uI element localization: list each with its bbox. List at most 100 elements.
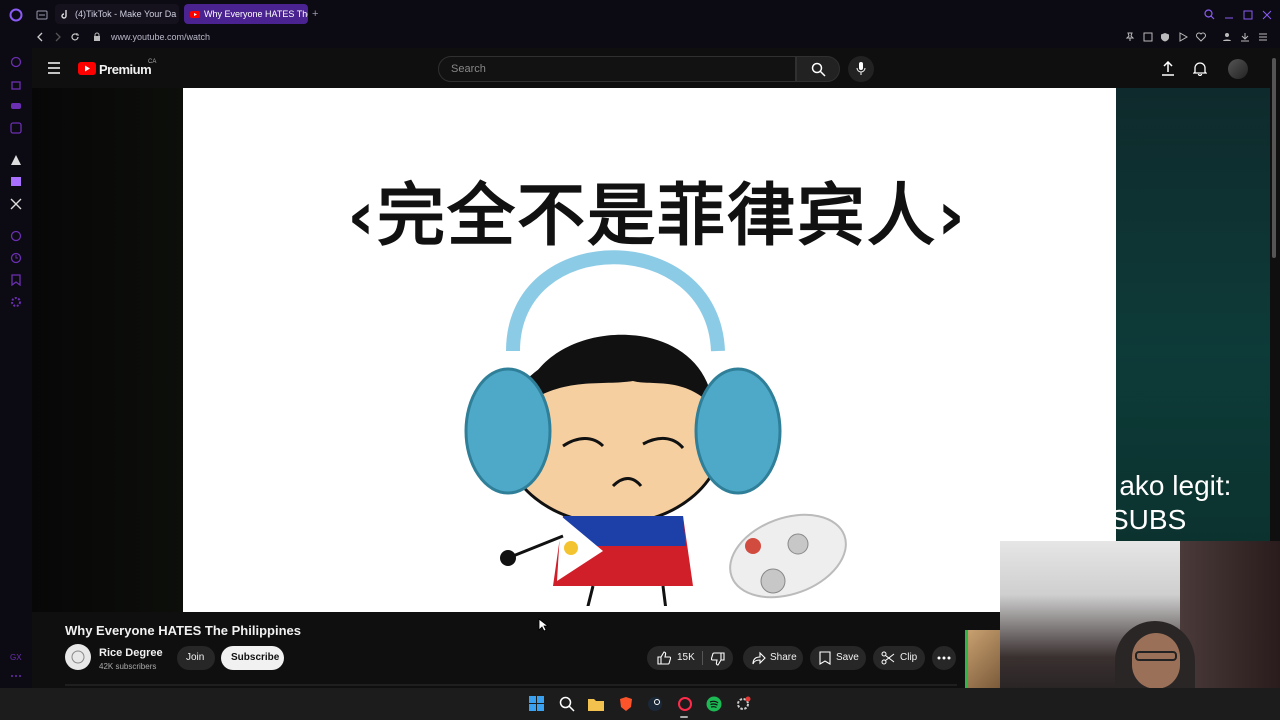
opera-gx-taskbar-icon[interactable] <box>677 696 693 712</box>
person-glasses <box>1135 651 1177 661</box>
more-actions-button[interactable] <box>932 646 956 670</box>
windows-start-icon[interactable] <box>529 696 545 712</box>
heart-icon[interactable] <box>1196 32 1206 42</box>
tab-youtube-active[interactable]: Why Everyone HATES The <box>184 4 308 24</box>
notifications-bell-icon[interactable] <box>1193 61 1207 76</box>
share-icon <box>752 651 766 665</box>
brave-icon[interactable] <box>618 696 634 712</box>
shield-icon[interactable] <box>1160 32 1170 42</box>
gx-icon[interactable]: GX <box>10 650 22 662</box>
tab-overview-icon[interactable] <box>36 10 48 20</box>
channel-avatar[interactable] <box>65 644 91 670</box>
messenger-icon[interactable] <box>10 122 22 134</box>
account-icon[interactable] <box>1222 32 1232 42</box>
windows-taskbar <box>0 688 1280 720</box>
tab-label: (4)TikTok - Make Your Da <box>75 9 177 19</box>
settings-app-icon[interactable] <box>735 696 751 712</box>
related-thumbnail[interactable] <box>965 630 1001 688</box>
pin-icon[interactable] <box>1125 32 1135 42</box>
maximize-icon[interactable] <box>1243 10 1253 20</box>
save-label: Save <box>836 652 859 663</box>
player-sidebar-icon[interactable] <box>10 230 22 242</box>
scissors-icon <box>881 651 895 665</box>
browser-titlebar: (4)TikTok - Make Your Da Why Everyone HA… <box>0 0 1280 28</box>
hamburger-icon[interactable] <box>47 62 61 74</box>
browser-sidebar: GX <box>0 48 32 688</box>
video-player[interactable]: ‹完全不是菲律宾人› <box>183 88 1116 612</box>
create-upload-icon[interactable] <box>1161 61 1175 76</box>
subscriber-count: 42K subscribers <box>99 662 157 671</box>
stream-overlay-line2: SUBS <box>1110 504 1187 535</box>
svg-text:GX: GX <box>10 653 22 662</box>
like-count[interactable]: 15K <box>677 652 695 663</box>
region-code: CA <box>148 59 157 65</box>
tiktok-icon <box>61 9 71 19</box>
person-face <box>1132 633 1180 689</box>
aria-ai-icon[interactable] <box>10 154 22 166</box>
save-button[interactable]: Save <box>810 646 866 670</box>
page-scrollbar[interactable] <box>1272 58 1276 258</box>
avatar[interactable] <box>1228 59 1248 79</box>
menu-icon[interactable] <box>1258 32 1268 42</box>
channel-name[interactable]: Rice Degree <box>99 647 163 659</box>
youtube-icon <box>190 9 200 19</box>
like-icon[interactable] <box>657 651 671 665</box>
search-icon <box>811 62 826 77</box>
aria-icon[interactable] <box>10 56 22 68</box>
more-icon[interactable] <box>10 670 22 682</box>
divider <box>702 651 703 665</box>
spotify-icon[interactable] <box>706 696 722 712</box>
stream-overlay-line1: oit ako legit: <box>1082 470 1232 501</box>
shopping-icon[interactable] <box>10 78 22 90</box>
microphone-icon <box>856 62 866 75</box>
taskbar-search-icon[interactable] <box>559 696 575 712</box>
subscribe-button[interactable]: Subscribe <box>221 646 284 670</box>
twitch-icon[interactable] <box>10 176 22 188</box>
snapshot-icon[interactable] <box>1143 32 1153 42</box>
x-icon[interactable] <box>10 198 22 210</box>
youtube-premium-label[interactable]: Premium <box>99 62 152 77</box>
search-button[interactable] <box>796 56 840 82</box>
share-label: Share <box>770 652 797 663</box>
url-field[interactable]: www.youtube.com/watch <box>111 32 210 42</box>
tab-label: Why Everyone HATES The <box>204 9 308 19</box>
clip-label: Clip <box>900 652 918 663</box>
video-title: Why Everyone HATES The Philippines <box>65 623 301 638</box>
cartoon-character-illustration <box>464 250 847 606</box>
reload-icon[interactable] <box>70 32 80 42</box>
search-input[interactable]: Search <box>438 56 796 82</box>
back-icon[interactable] <box>36 32 44 42</box>
close-icon[interactable] <box>1262 10 1272 20</box>
channel-logo-icon <box>71 650 85 664</box>
description-divider <box>65 684 957 686</box>
download-icon[interactable] <box>1240 32 1250 42</box>
file-explorer-icon[interactable] <box>588 696 604 712</box>
voice-search-button[interactable] <box>848 56 874 82</box>
history-icon[interactable] <box>10 252 22 264</box>
search-tabs-icon[interactable] <box>1204 9 1215 20</box>
youtube-logo-icon[interactable] <box>78 62 96 75</box>
forward-icon[interactable] <box>54 32 62 42</box>
mouse-cursor-icon <box>538 618 548 632</box>
games-icon[interactable] <box>10 100 22 112</box>
more-horizontal-icon <box>937 656 951 660</box>
clip-button[interactable]: Clip <box>873 646 925 670</box>
new-tab-button[interactable]: + <box>312 8 318 20</box>
address-bar-row: www.youtube.com/watch <box>0 28 1280 48</box>
player-icon[interactable] <box>1178 32 1188 42</box>
tab-tiktok[interactable]: (4)TikTok - Make Your Da <box>55 4 179 24</box>
active-app-indicator <box>680 716 688 718</box>
opera-logo-icon[interactable] <box>9 8 23 22</box>
dislike-icon[interactable] <box>711 652 725 666</box>
steam-icon[interactable] <box>647 696 663 712</box>
bookmarks-icon[interactable] <box>10 274 22 286</box>
minimize-icon[interactable] <box>1224 10 1234 20</box>
youtube-header: Premium CA Search <box>32 48 1270 88</box>
bookmark-icon <box>819 651 831 665</box>
share-button[interactable]: Share <box>743 646 803 670</box>
ambient-mode-left <box>32 88 183 612</box>
like-dislike-group: 15K <box>647 646 733 670</box>
join-button[interactable]: Join <box>177 646 215 670</box>
lock-icon <box>94 32 100 41</box>
settings-icon[interactable] <box>10 296 22 308</box>
